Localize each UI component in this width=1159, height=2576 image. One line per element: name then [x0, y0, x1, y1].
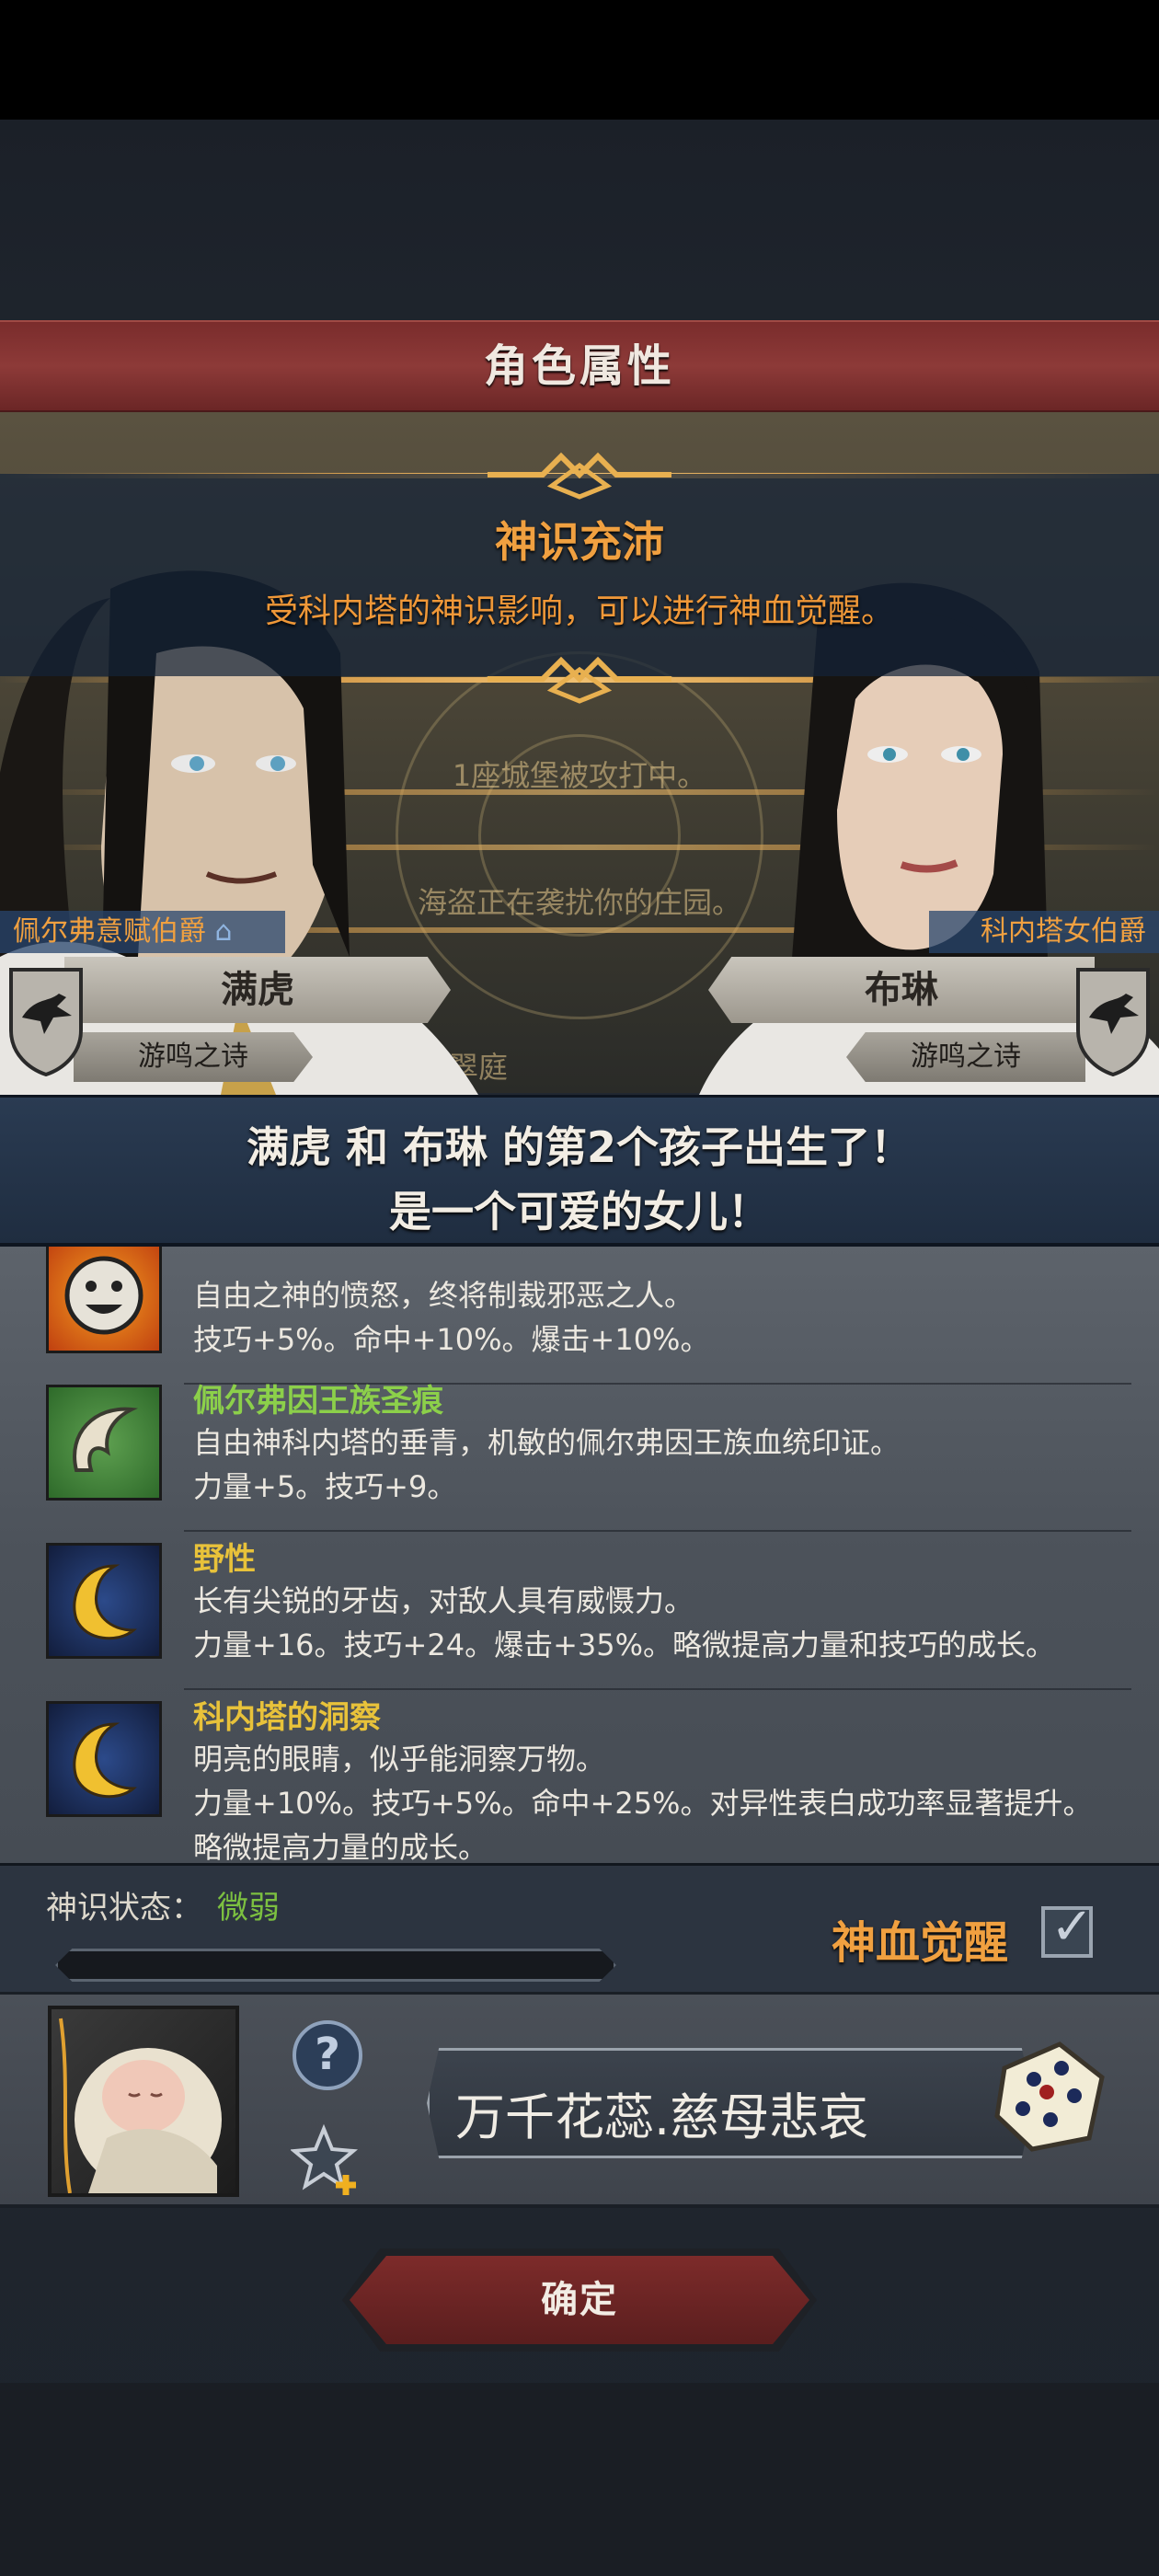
status-label: 神识状态： [46, 1890, 202, 1926]
mother-title: 科内塔女伯爵 [929, 911, 1159, 953]
divine-sense-progress-bar [55, 1949, 616, 1982]
trait-name: 科内塔的洞察 [193, 1699, 381, 1736]
notice-title: 神识充沛 [495, 517, 664, 567]
trait-item[interactable]: 自由之神的愤怒，终将制裁邪恶之人。 技巧+5%。命中+10%。爆击+10%。 [0, 1247, 1159, 1385]
newborn-panel: ? 万千花蕊.慈母悲哀 [0, 1992, 1159, 2208]
star-plus-icon[interactable] [291, 2123, 364, 2197]
confirm-button[interactable]: 确定 [350, 2256, 809, 2344]
trait-item[interactable]: 佩尔弗因王族圣痕 自由神科内塔的垂青，机敏的佩尔弗因王族血统印证。 力量+5。技… [0, 1375, 1159, 1532]
gold-ornament-icon [488, 656, 671, 704]
page-title-bar: 角色属性 [0, 320, 1159, 412]
newborn-avatar[interactable] [48, 2006, 239, 2197]
page-title: 角色属性 [483, 340, 675, 392]
divine-sense-notice: 神识充沛 受科内塔的神识影响，可以进行神血觉醒。 [0, 474, 1159, 676]
divine-sense-status: 神识状态： 微弱 神血觉醒 ✓ [0, 1863, 1159, 1992]
trait-item[interactable]: 科内塔的洞察 明亮的眼睛，似乎能洞察万物。 力量+10%。技巧+5%。命中+25… [0, 1692, 1159, 1863]
trait-list[interactable]: 自由之神的愤怒，终将制裁邪恶之人。 技巧+5%。命中+10%。爆击+10%。 佩… [0, 1247, 1159, 1863]
mother-house: 游鸣之诗 [846, 1032, 1085, 1082]
raven-crest-icon[interactable] [1074, 966, 1152, 1076]
divider [184, 1530, 1131, 1532]
confirm-label: 确定 [541, 2279, 618, 2321]
trait-item[interactable]: 野性 长有尖锐的牙齿，对敌人具有威慑力。 力量+16。技巧+24。爆击+35%。… [0, 1534, 1159, 1690]
father-house: 游鸣之诗 [74, 1032, 313, 1082]
blood-awakening-checkbox[interactable]: ✓ [1041, 1897, 1094, 1958]
raven-crest-icon[interactable] [7, 966, 85, 1076]
father-name[interactable]: 满虎 [64, 957, 451, 1023]
mother-name[interactable]: 布琳 [708, 957, 1095, 1023]
father-title: 佩尔弗意赋伯爵 ⌂ [0, 911, 285, 953]
child-name: 万千花蕊.慈母悲哀 [455, 2088, 869, 2146]
trait-name: 野性 [193, 1541, 256, 1578]
crescent-moon-icon [46, 1701, 162, 1817]
trait-description: 自由神科内塔的垂青，机敏的佩尔弗因王族血统印证。 [193, 1425, 901, 1460]
blood-awakening-label: 神血觉醒 [832, 1917, 1009, 1969]
dice-icon[interactable] [986, 2031, 1111, 2156]
trait-stats-extra: 略微提高力量的成长。 [193, 1830, 488, 1863]
checkmark-icon: ✓ [1050, 1897, 1094, 1957]
birth-announcement: 满虎 和 布琳 的第2个孩子出生了！ 是一个可爱的女儿！ [0, 1095, 1159, 1247]
trait-stats: 力量+5。技巧+9。 [193, 1469, 457, 1504]
rank-up-icon: ⌂ [214, 915, 233, 948]
announcement-line-1: 满虎 和 布琳 的第2个孩子出生了！ [246, 1122, 913, 1172]
child-name-field[interactable]: 万千花蕊.慈母悲哀 [427, 2048, 1034, 2158]
trait-stats: 力量+16。技巧+24。爆击+35%。略微提高力量和技巧的成长。 [193, 1627, 1056, 1662]
announcement-line-2: 是一个可爱的女儿！ [389, 1187, 770, 1236]
feather-scroll-icon [46, 1385, 162, 1501]
question-mark-icon[interactable]: ? [293, 2020, 362, 2090]
trait-stats: 力量+10%。技巧+5%。命中+25%。对异性表白成功率显著提升。 [193, 1786, 1093, 1821]
trait-description: 明亮的眼睛，似乎能洞察万物。 [193, 1742, 606, 1777]
top-black-bar [0, 0, 1159, 120]
bottom-background [0, 2383, 1159, 2576]
crescent-moon-icon [46, 1543, 162, 1659]
smiley-face-icon [46, 1247, 162, 1353]
father-title-text: 佩尔弗意赋伯爵 [13, 915, 206, 948]
trait-stats: 技巧+5%。命中+10%。爆击+10%。 [193, 1322, 710, 1357]
status-value: 微弱 [217, 1890, 280, 1926]
gold-ornament-icon [488, 452, 671, 500]
divider [184, 1688, 1131, 1690]
notice-text: 受科内塔的神识影响，可以进行神血觉醒。 [264, 592, 894, 630]
trait-description: 长有尖锐的牙齿，对敌人具有威慑力。 [193, 1583, 694, 1618]
trait-name: 佩尔弗因王族圣痕 [193, 1383, 443, 1420]
trait-description: 自由之神的愤怒，终将制裁邪恶之人。 [193, 1278, 694, 1313]
